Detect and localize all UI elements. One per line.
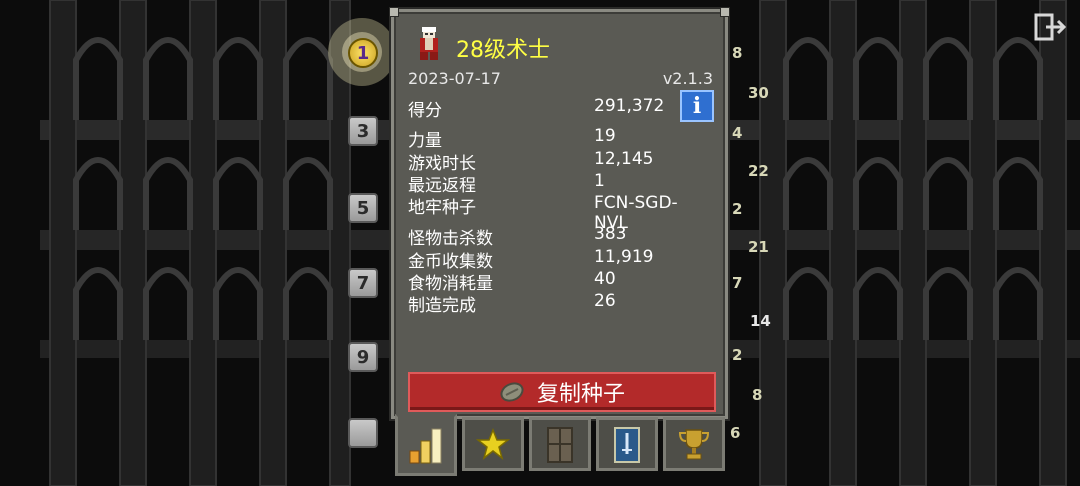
copy-seed-button[interactable]: 复制种子 bbox=[408, 372, 716, 412]
rank-badge-gold: 1 bbox=[348, 38, 378, 68]
stat-row-ascent: 最远返程 1 bbox=[408, 171, 708, 196]
tab-badges[interactable] bbox=[462, 417, 524, 471]
side-depth: 7 bbox=[732, 274, 743, 292]
stat-value: 383 bbox=[594, 224, 627, 244]
side-depth: 2 bbox=[732, 200, 743, 218]
stat-value: 19 bbox=[594, 126, 616, 146]
stat-row-crafted: 制造完成 26 bbox=[408, 291, 708, 316]
sword-scroll-icon bbox=[614, 427, 640, 463]
side-depth: 22 bbox=[748, 162, 769, 180]
stat-value: 12,145 bbox=[594, 149, 654, 169]
side-depth: 2 bbox=[732, 346, 743, 364]
stat-row-strength: 力量 19 bbox=[408, 126, 708, 151]
stat-label: 怪物击杀数 bbox=[408, 229, 493, 249]
exit-icon bbox=[1034, 13, 1067, 41]
rank-badge-dead bbox=[348, 418, 378, 448]
stat-label: 制造完成 bbox=[408, 296, 476, 316]
rank-badge: 7 bbox=[348, 268, 378, 298]
tab-stats[interactable] bbox=[395, 414, 457, 476]
side-depth: 14 bbox=[750, 312, 771, 330]
exit-button[interactable] bbox=[1032, 10, 1070, 44]
seed-icon bbox=[500, 382, 524, 402]
stat-value: 291,372 bbox=[594, 96, 665, 116]
star-icon bbox=[476, 427, 510, 460]
side-depth: 21 bbox=[748, 238, 769, 256]
stat-row-kills: 怪物击杀数 383 bbox=[408, 224, 708, 249]
hero-title: 28级术士 bbox=[456, 38, 550, 63]
window-corner bbox=[720, 7, 730, 17]
rank-badge: 9 bbox=[348, 342, 378, 372]
rank-badge: 5 bbox=[348, 193, 378, 223]
stat-row-seed: 地牢种子 FCN-SGD-NVL bbox=[408, 193, 708, 233]
rank-badge: 3 bbox=[348, 116, 378, 146]
side-depth: 8 bbox=[752, 386, 763, 404]
stat-row-food: 食物消耗量 40 bbox=[408, 269, 708, 294]
game-date: 2023-07-17 bbox=[408, 69, 501, 88]
stat-label: 得分 bbox=[408, 101, 442, 121]
info-button[interactable]: i bbox=[680, 90, 714, 122]
hero-stats-window: 28级术士 2023-07-17 v2.1.3 得分 291,372 i 力量 … bbox=[389, 7, 730, 419]
stat-row-score: 得分 291,372 bbox=[408, 96, 708, 121]
stats-bars-icon bbox=[409, 428, 442, 464]
stat-label: 地牢种子 bbox=[408, 198, 476, 218]
game-version: v2.1.3 bbox=[662, 69, 713, 88]
side-depth: 8 bbox=[732, 44, 743, 62]
tab-dungeon[interactable] bbox=[529, 417, 591, 471]
warlock-hero-icon bbox=[420, 27, 438, 60]
side-depth: 6 bbox=[730, 424, 741, 442]
stat-label: 力量 bbox=[408, 131, 442, 151]
side-depth: 4 bbox=[732, 124, 743, 142]
side-depth: 30 bbox=[748, 84, 769, 102]
stat-value: 1 bbox=[594, 171, 605, 191]
stat-value: 40 bbox=[594, 269, 616, 289]
window-corner bbox=[389, 7, 399, 17]
copy-seed-label: 复制种子 bbox=[536, 382, 625, 407]
tab-items[interactable] bbox=[596, 417, 658, 471]
door-icon bbox=[547, 427, 573, 463]
tab-rankings[interactable] bbox=[663, 417, 725, 471]
stat-value: 11,919 bbox=[594, 247, 654, 267]
stat-row-playtime: 游戏时长 12,145 bbox=[408, 149, 708, 174]
trophy-icon bbox=[678, 429, 710, 460]
stat-row-gold: 金币收集数 11,919 bbox=[408, 247, 708, 272]
stat-value: 26 bbox=[594, 291, 616, 311]
info-icon: i bbox=[692, 93, 702, 119]
